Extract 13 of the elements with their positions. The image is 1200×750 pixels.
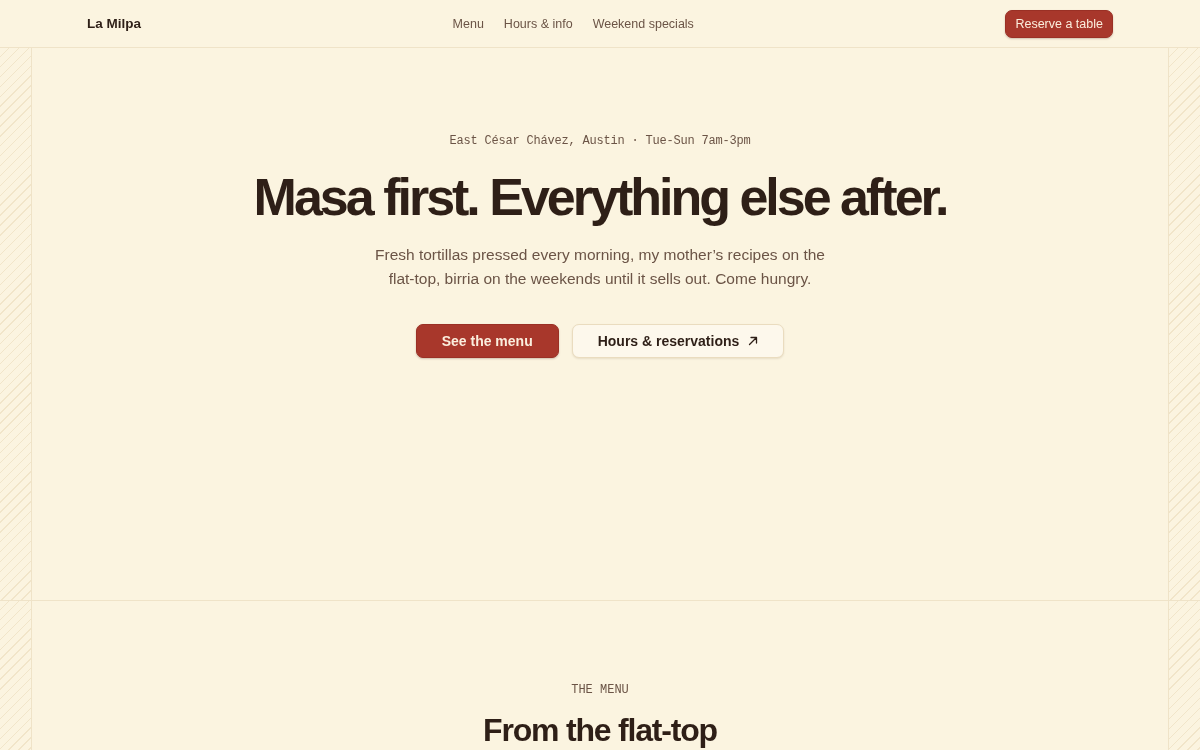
hours-reservations-button[interactable]: Hours & reservations (571, 324, 785, 358)
hero-heading: Masa first. Everything else after. (253, 169, 947, 226)
nav-link[interactable]: Menu (452, 16, 484, 31)
section-label: THE MENU (571, 683, 629, 697)
brand-name: La Milpa (87, 16, 141, 31)
arrow-up-right-icon (748, 336, 759, 346)
nav-link[interactable]: Hours & info (503, 16, 573, 31)
nav-link[interactable]: Weekend specials (592, 16, 694, 31)
reserve-table-button[interactable]: Reserve a table (1005, 9, 1113, 38)
section-heading: From the flat-top (483, 713, 717, 747)
see-menu-button[interactable]: See the menu (415, 324, 559, 358)
hero-description: Fresh tortillas pressed every morning, my mother’s recipes on the flat-top, birria on the weekends until it sells out. Come hungry. (374, 245, 826, 289)
location-hours-text: East César Chávez, Austin · Tue-Sun 7am-3pm (449, 134, 751, 148)
